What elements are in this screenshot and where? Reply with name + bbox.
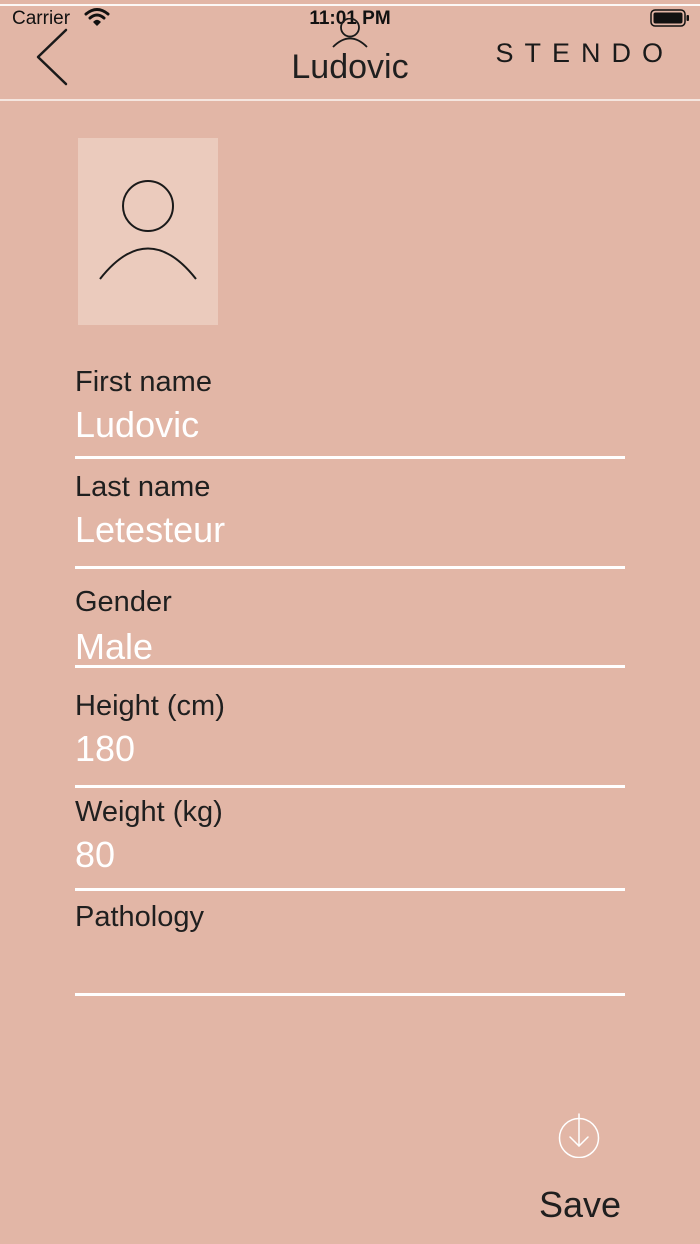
pathology-underline — [75, 993, 625, 996]
profile-photo[interactable] — [78, 138, 218, 325]
height-underline — [75, 785, 625, 788]
brand-logo: STENDO — [495, 38, 674, 68]
pathology-field[interactable]: Pathology — [75, 901, 625, 1001]
gender-underline — [75, 665, 625, 668]
weight-label: Weight (kg) — [75, 796, 223, 828]
first-name-underline — [75, 456, 625, 459]
height-label: Height (cm) — [75, 690, 225, 722]
height-value[interactable]: 180 — [75, 728, 135, 770]
last-name-label: Last name — [75, 471, 211, 503]
last-name-value[interactable]: Letesteur — [75, 509, 225, 551]
gender-value[interactable]: Male — [75, 626, 153, 668]
gender-label: Gender — [75, 586, 172, 618]
back-button[interactable] — [30, 26, 76, 88]
first-name-field[interactable]: First name Ludovic — [75, 366, 625, 462]
last-name-underline — [75, 566, 625, 569]
height-field[interactable]: Height (cm) 180 — [75, 690, 625, 792]
person-icon — [99, 180, 197, 280]
save-label: Save — [538, 1184, 622, 1225]
gender-field[interactable]: Gender Male — [75, 586, 625, 671]
battery-icon — [650, 9, 689, 27]
last-name-field[interactable]: Last name Letesteur — [75, 471, 625, 571]
profile-name-title: Ludovic — [291, 48, 409, 86]
navigation-bar: Ludovic STENDO — [0, 18, 700, 100]
first-name-value[interactable]: Ludovic — [75, 404, 199, 446]
nav-divider — [0, 99, 700, 101]
download-icon — [558, 1113, 600, 1158]
save-button[interactable]: Save — [530, 1108, 630, 1234]
weight-underline — [75, 888, 625, 891]
person-icon — [332, 18, 368, 48]
profile-header: Ludovic — [250, 18, 450, 100]
weight-value[interactable]: 80 — [75, 834, 115, 876]
pathology-label: Pathology — [75, 901, 204, 933]
weight-field[interactable]: Weight (kg) 80 — [75, 796, 625, 894]
first-name-label: First name — [75, 366, 212, 398]
